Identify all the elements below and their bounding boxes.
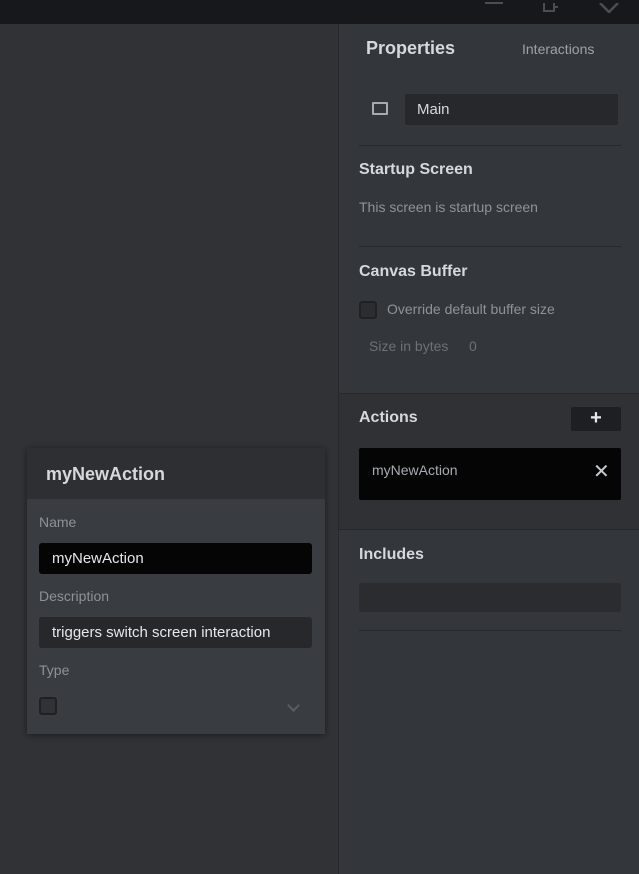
name-input[interactable]: myNewAction <box>39 543 312 574</box>
properties-panel: Properties Interactions Main Startup Scr… <box>338 24 639 874</box>
type-checkbox[interactable] <box>39 697 57 715</box>
action-editor-card: myNewAction Name myNewAction Description… <box>27 448 325 734</box>
tab-properties[interactable]: Properties <box>366 38 455 59</box>
canvas-buffer-title: Canvas Buffer <box>359 263 468 280</box>
name-label: Name <box>39 514 77 530</box>
action-editor-title: myNewAction <box>46 464 166 484</box>
startup-screen-title: Startup Screen <box>359 161 473 178</box>
screen-icon <box>372 102 388 115</box>
action-item[interactable]: myNewAction ✕ <box>359 448 621 500</box>
override-buffer-checkbox[interactable] <box>359 301 377 319</box>
divider <box>359 145 621 146</box>
divider <box>359 246 621 247</box>
size-in-bytes-value: 0 <box>469 338 477 354</box>
includes-field[interactable] <box>359 583 621 612</box>
remove-action-icon[interactable]: ✕ <box>593 462 610 482</box>
size-in-bytes-label: Size in bytes <box>369 338 449 354</box>
chevron-down-icon[interactable] <box>287 699 300 712</box>
startup-screen-text: This screen is startup screen <box>359 199 538 215</box>
action-item-label: myNewAction <box>372 462 458 478</box>
restore-icon[interactable] <box>542 0 558 12</box>
add-action-button[interactable]: + <box>571 407 621 431</box>
description-label: Description <box>39 588 110 604</box>
action-editor-header: myNewAction <box>27 448 325 499</box>
divider <box>359 630 621 631</box>
actions-title: Actions <box>359 409 418 426</box>
type-label: Type <box>39 662 70 678</box>
override-buffer-label: Override default buffer size <box>387 301 555 317</box>
minimize-icon[interactable] <box>485 0 503 4</box>
close-icon[interactable] <box>598 0 620 14</box>
tab-interactions[interactable]: Interactions <box>522 41 594 57</box>
description-input[interactable]: triggers switch screen interaction <box>39 617 312 648</box>
title-bar <box>0 0 639 24</box>
actions-section: Actions + myNewAction ✕ <box>339 393 639 530</box>
screen-name-input[interactable]: Main <box>405 94 618 125</box>
includes-title: Includes <box>359 546 424 563</box>
